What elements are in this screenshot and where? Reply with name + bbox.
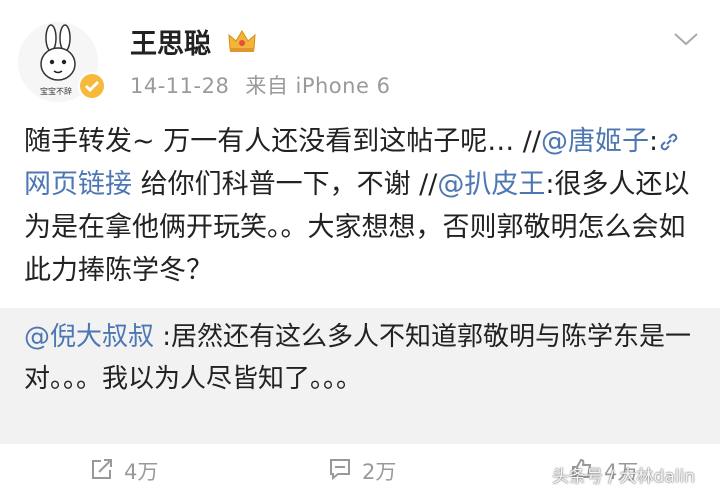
mention-link[interactable]: @扒皮王 xyxy=(437,169,545,200)
web-link-label: 网页链接 xyxy=(24,169,132,200)
comment-button[interactable]: 2万 xyxy=(328,456,396,486)
post-date: 14-11-28 xyxy=(130,74,230,98)
mention-link[interactable]: @唐姬子 xyxy=(541,126,649,157)
watermark: 头条号 / 大林dalin xyxy=(552,467,695,487)
post-text-part: 随手转发~ 万一有人还没看到这帖子呢… // xyxy=(24,126,541,157)
repost-icon xyxy=(90,457,114,486)
post-header: 宝宝不辞 王思聪 14-11-28 来自 iPhone 6 xyxy=(0,0,720,115)
quoted-post-text: @倪大叔叔 :居然还有这么多人不知道郭敬明与陈学东是一对。。。我以为人尽皆知了。… xyxy=(24,316,704,400)
comment-icon xyxy=(328,457,352,486)
post-text-part: 给你们科普一下，不谢 // xyxy=(132,169,438,200)
repost-count: 4万 xyxy=(124,460,159,484)
post-source: 来自 iPhone 6 xyxy=(245,74,391,98)
avatar-caption: 宝宝不辞 xyxy=(40,87,72,96)
post-meta: 14-11-28 来自 iPhone 6 xyxy=(130,70,390,100)
post-text: 随手转发~ 万一有人还没看到这帖子呢… //@唐姬子: 网页链接 给你们科普一下，… xyxy=(24,120,704,292)
link-icon xyxy=(658,126,680,157)
verified-badge-icon xyxy=(78,72,106,100)
quoted-mention[interactable]: @倪大叔叔 xyxy=(24,322,154,352)
author-name[interactable]: 王思聪 xyxy=(130,22,211,61)
post-text-part: : xyxy=(648,126,659,157)
crown-icon xyxy=(227,28,257,58)
comment-count: 2万 xyxy=(362,460,397,484)
chevron-down-icon[interactable] xyxy=(672,30,700,52)
repost-button[interactable]: 4万 xyxy=(90,456,158,486)
